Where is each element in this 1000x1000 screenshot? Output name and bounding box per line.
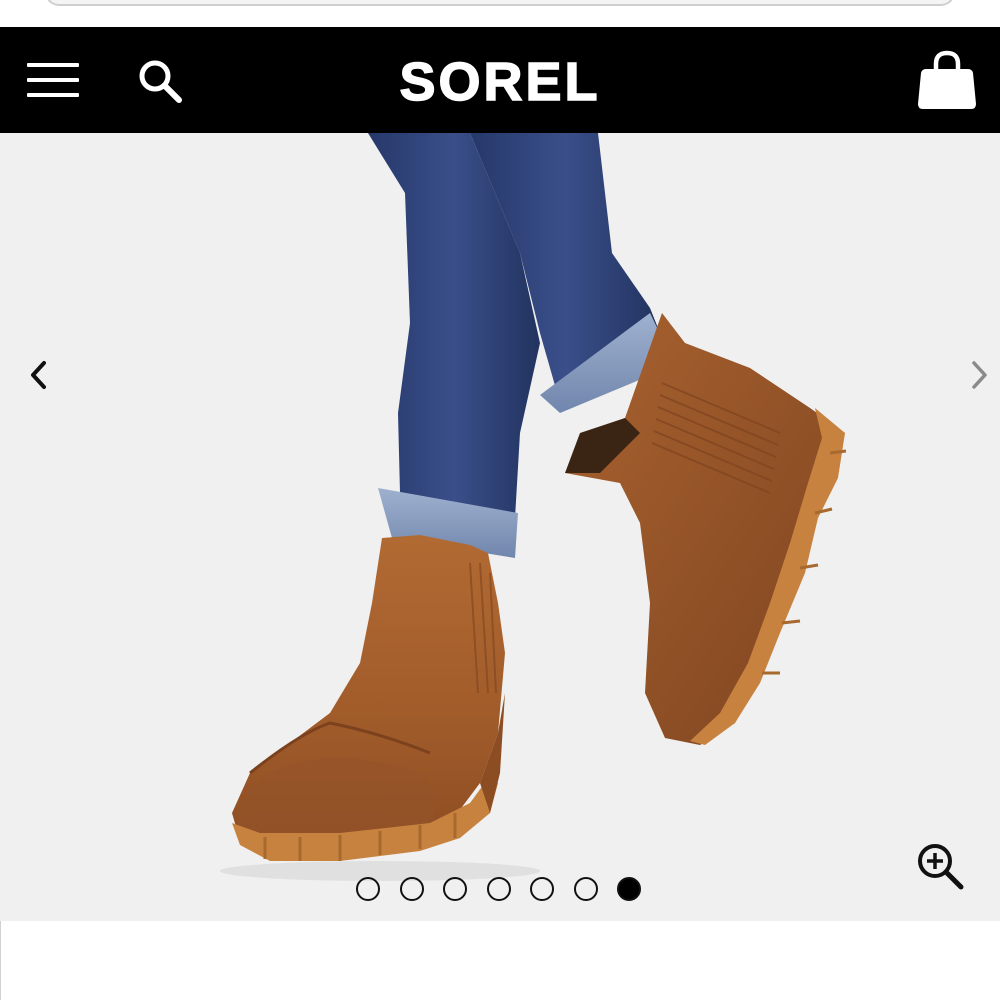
carousel-dot[interactable]: [530, 877, 554, 901]
carousel-pagination: [356, 877, 641, 905]
carousel-dot[interactable]: [573, 877, 598, 901]
zoom-in-icon[interactable]: [914, 840, 968, 894]
product-image-carousel[interactable]: [0, 133, 1000, 921]
product-page: SOREL: [0, 0, 1000, 1000]
chevron-left-icon[interactable]: [22, 351, 62, 399]
carousel-dot-active[interactable]: [617, 877, 641, 901]
site-header: SOREL: [0, 27, 1000, 133]
carousel-dot[interactable]: [399, 877, 424, 901]
browser-url-bar-remnant: [0, 0, 1000, 27]
chevron-right-icon[interactable]: [960, 351, 1000, 399]
carousel-dot[interactable]: [356, 877, 380, 901]
product-photo: [220, 133, 847, 881]
carousel-dot[interactable]: [486, 877, 511, 901]
shopping-bag-icon[interactable]: [916, 49, 978, 111]
page-content-below: [0, 921, 1000, 1000]
carousel-dot[interactable]: [443, 877, 467, 901]
search-icon[interactable]: [136, 57, 184, 105]
brand-logo[interactable]: SOREL: [340, 54, 660, 110]
hamburger-menu-icon[interactable]: [27, 61, 79, 99]
